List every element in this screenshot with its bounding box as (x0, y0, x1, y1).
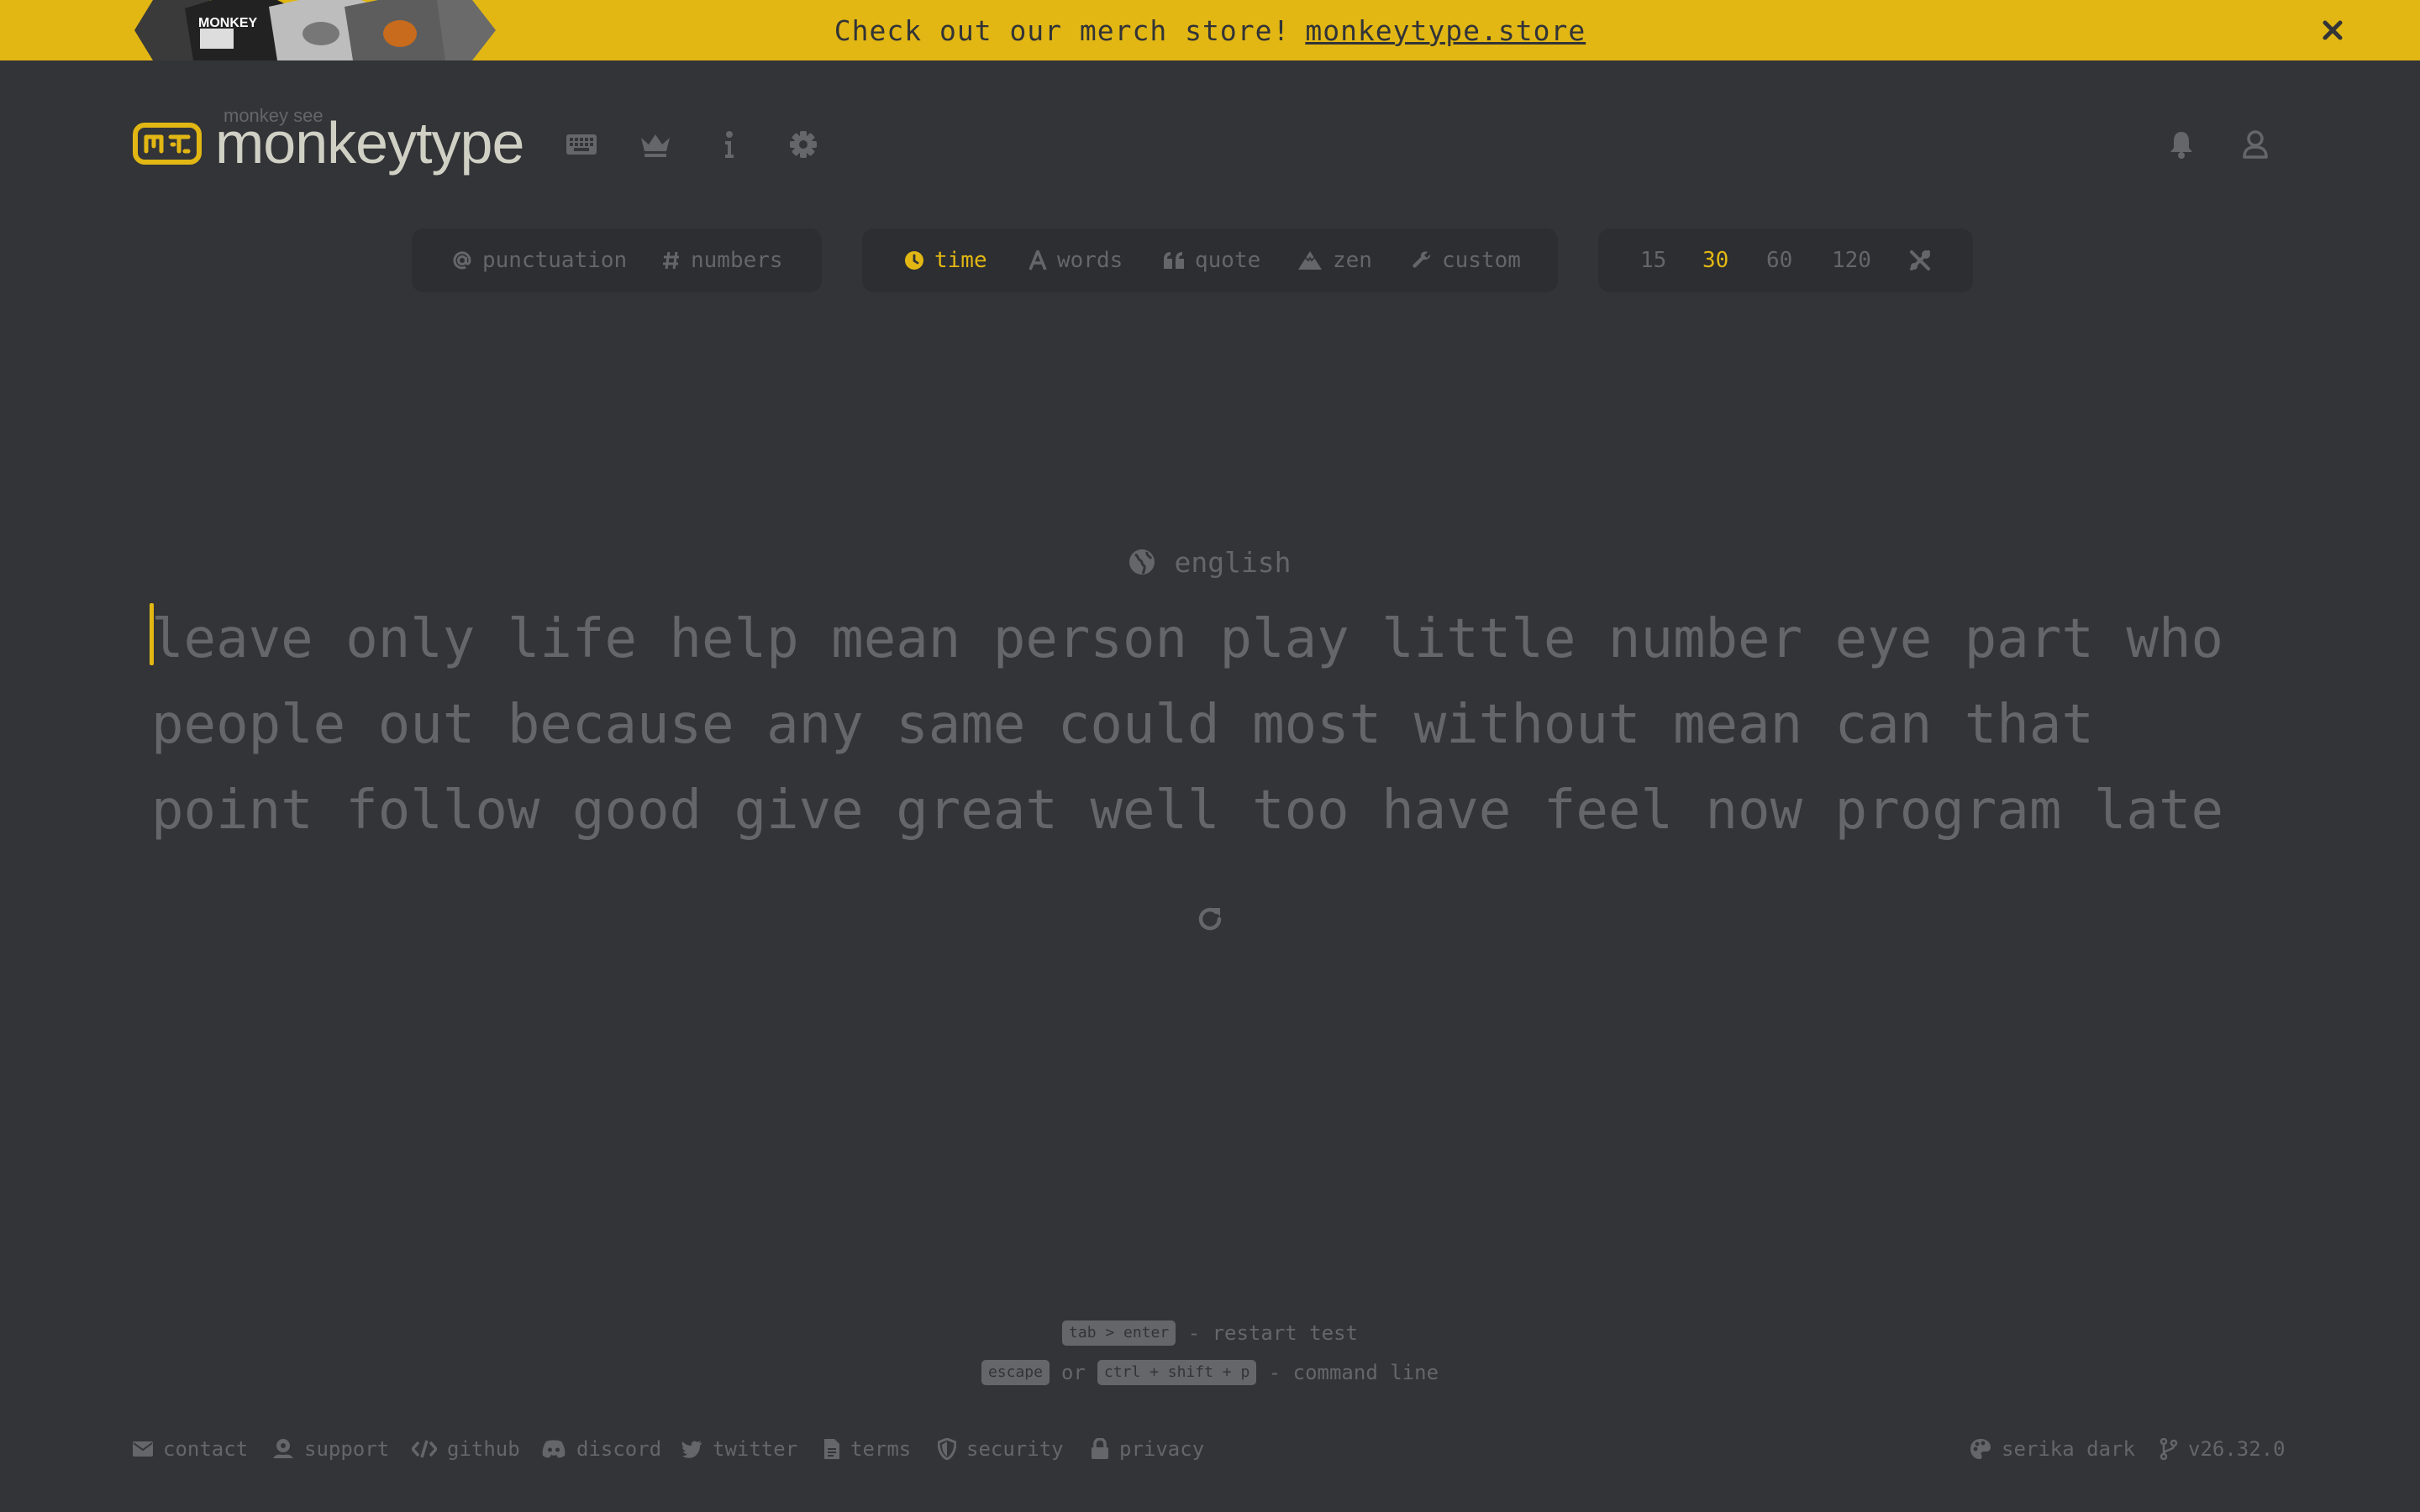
punctuation-label: punctuation (482, 248, 628, 273)
user-icon[interactable] (2237, 126, 2274, 163)
banner-message: Check out our merch store! monkeytype.st… (0, 0, 2420, 60)
theme-label: serika dark (2002, 1437, 2135, 1461)
word-line: people out because any same could most w… (151, 694, 2094, 756)
command-line-hint: escape or ctrl + shift + p - command lin… (0, 1358, 2420, 1387)
merch-banner: MONKEY Check out our merch store! monkey… (0, 0, 2420, 60)
footer-link-label: security (966, 1437, 1064, 1461)
time-30-button[interactable]: 30 (1702, 228, 1728, 292)
shield-icon (938, 1438, 956, 1460)
time-120-button[interactable]: 120 (1832, 228, 1871, 292)
word-line: point follow good give great well too ha… (151, 780, 2223, 842)
close-icon[interactable] (2314, 12, 2351, 49)
logo-text[interactable]: monkeytype (215, 108, 524, 178)
footer-privacy-link[interactable]: privacy (1091, 1433, 1204, 1465)
mode-time-button[interactable]: time (904, 228, 987, 292)
word-line: leave only life help mean person play li… (151, 608, 2223, 670)
mode-quote-label: quote (1195, 248, 1261, 273)
donate-icon (273, 1439, 293, 1458)
footer-link-label: twitter (713, 1437, 798, 1461)
footer-twitter-link[interactable]: twitter (681, 1433, 797, 1465)
footer-link-label: support (304, 1437, 390, 1461)
custom-time-button[interactable] (1909, 228, 1941, 292)
numbers-button[interactable]: numbers (662, 228, 783, 292)
time-15-button[interactable]: 15 (1640, 228, 1666, 292)
footer-link-label: terms (850, 1437, 912, 1461)
footer-support-link[interactable]: support (272, 1433, 389, 1465)
banner-text: Check out our merch store! (834, 13, 1291, 47)
logo-icon[interactable] (133, 123, 202, 165)
mode-zen-label: zen (1333, 248, 1372, 273)
language-selector[interactable]: english (0, 543, 2420, 581)
restart-key: tab > enter (1062, 1320, 1176, 1346)
letter-a-icon (1028, 250, 1047, 270)
footer-link-label: discord (576, 1437, 662, 1461)
merch-store-link[interactable]: monkeytype.store (1305, 14, 1586, 47)
tools-icon (1910, 250, 1930, 270)
punctuation-button[interactable]: punctuation (452, 228, 627, 292)
footer-link-label: privacy (1119, 1437, 1205, 1461)
theme-button[interactable]: serika dark (1970, 1433, 2135, 1465)
mode-time-label: time (934, 248, 987, 273)
mode-quote-button[interactable]: quote (1163, 228, 1260, 292)
discord-icon (542, 1440, 566, 1458)
info-icon[interactable] (711, 126, 748, 163)
clock-icon (905, 251, 923, 270)
bell-icon[interactable] (2163, 126, 2200, 163)
mode-custom-button[interactable]: custom (1412, 228, 1521, 292)
wrench-icon (1413, 251, 1431, 268)
language-label: english (1174, 545, 1292, 579)
hash-icon (663, 251, 679, 270)
globe-icon (1129, 549, 1155, 575)
version-label: v26.32.0 (2188, 1437, 2286, 1461)
mode-zen-button[interactable]: zen (1297, 228, 1372, 292)
envelope-icon (133, 1441, 153, 1457)
twitter-icon (681, 1441, 702, 1458)
mountain-icon (1298, 251, 1322, 270)
or-text: or (1060, 1361, 1086, 1384)
footer-discord-link[interactable]: discord (541, 1433, 661, 1465)
at-icon (453, 251, 471, 270)
mode-custom-label: custom (1442, 248, 1521, 273)
modifier-group: punctuation numbers (412, 228, 822, 292)
restart-hint-text: - restart test (1187, 1321, 1358, 1345)
footer-github-link[interactable]: github (412, 1433, 520, 1465)
file-icon (824, 1439, 839, 1459)
crown-icon[interactable] (637, 126, 674, 163)
keyboard-icon[interactable] (563, 126, 600, 163)
quote-icon (1164, 252, 1184, 269)
numbers-label: numbers (691, 248, 783, 273)
mode-group: time words quote zen custom (862, 228, 1558, 292)
footer-terms-link[interactable]: terms (823, 1433, 911, 1465)
lock-icon (1092, 1438, 1108, 1459)
palette-icon (1970, 1439, 1991, 1459)
time-group: 15 30 60 120 (1598, 228, 1973, 292)
branch-icon (2160, 1438, 2178, 1460)
footer-security-link[interactable]: security (938, 1433, 1064, 1465)
command-key: ctrl + shift + p (1097, 1360, 1257, 1385)
gear-icon[interactable] (785, 126, 822, 163)
command-hint-text: - command line (1268, 1361, 1439, 1384)
footer-link-label: contact (163, 1437, 249, 1461)
version-button[interactable]: v26.32.0 (2160, 1433, 2286, 1465)
time-60-button[interactable]: 60 (1766, 228, 1792, 292)
restart-hint: tab > enter - restart test (0, 1319, 2420, 1347)
footer-contact-link[interactable]: contact (133, 1433, 248, 1465)
restart-icon[interactable] (1192, 899, 1228, 939)
words-area[interactable]: leave only life help mean person play li… (151, 596, 2386, 853)
escape-key: escape (981, 1360, 1050, 1385)
mode-words-label: words (1057, 248, 1123, 273)
code-icon (412, 1440, 437, 1458)
mode-words-button[interactable]: words (1028, 228, 1123, 292)
footer-link-label: github (447, 1437, 520, 1461)
